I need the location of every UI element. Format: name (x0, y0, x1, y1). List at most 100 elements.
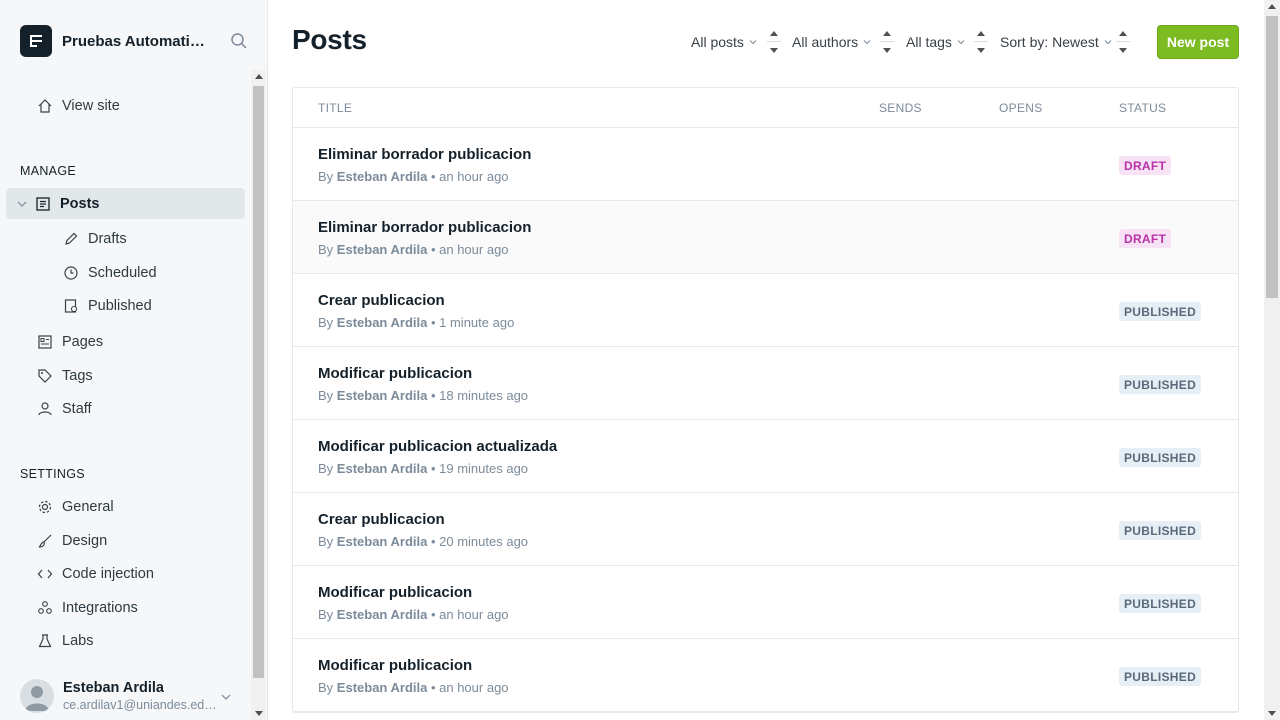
tag-icon (36, 367, 54, 385)
nav-posts-label: Posts (60, 195, 100, 212)
scroll-down-arrow-icon[interactable] (255, 711, 263, 716)
avatar[interactable] (20, 679, 54, 713)
nav-pages-label: Pages (62, 334, 104, 350)
chevron-down-icon (863, 38, 871, 46)
chevron-down-icon[interactable] (220, 690, 232, 708)
post-author: Esteban Ardila (336, 607, 428, 622)
status-badge: PUBLISHED (1119, 521, 1202, 540)
nav-drafts[interactable]: Drafts (60, 225, 127, 253)
sidebar-scroll-thumb[interactable] (253, 86, 264, 678)
published-document-icon (62, 297, 80, 315)
new-post-button[interactable]: New post (1157, 25, 1239, 59)
post-author: Esteban Ardila (336, 169, 428, 184)
filter-post-type-value: All posts (691, 34, 744, 50)
nav-posts[interactable]: Posts (6, 188, 245, 219)
chevron-down-icon[interactable] (16, 198, 30, 210)
nav-code-injection[interactable]: Code injection (20, 559, 154, 589)
post-time: • 20 minutes ago (430, 534, 529, 549)
nav-view-site[interactable]: View site (20, 91, 120, 121)
sort-order[interactable]: Sort by: Newest (990, 25, 1130, 59)
post-title[interactable]: Modificar publicacion actualizada (318, 438, 557, 455)
filter-post-type-stepper[interactable] (767, 27, 781, 57)
page-title: Posts (292, 24, 367, 55)
search-icon[interactable] (230, 32, 248, 50)
post-time: • 18 minutes ago (430, 388, 529, 403)
scroll-down-arrow-icon[interactable] (1268, 711, 1276, 716)
post-title[interactable]: Modificar publicacion (318, 657, 472, 674)
pencil-icon (62, 230, 80, 248)
nav-pages[interactable]: Pages (20, 327, 103, 357)
table-row[interactable]: Modificar publicacion By Esteban Ardila … (293, 639, 1238, 712)
table-row[interactable]: Crear publicacion By Esteban Ardila • 1 … (293, 274, 1238, 347)
status-badge: DRAFT (1119, 229, 1172, 248)
gear-icon (36, 498, 54, 516)
ghost-logo-icon[interactable] (20, 25, 52, 57)
table-header: TITLE SENDS OPENS STATUS (293, 88, 1238, 128)
filter-tag-stepper[interactable] (974, 27, 988, 57)
column-title: TITLE (318, 101, 353, 115)
document-icon (34, 195, 52, 213)
table-row[interactable]: Eliminar borrador publicacion By Esteban… (293, 128, 1238, 201)
user-email: ce.ardilav1@uniandes.edu.co (63, 698, 223, 712)
filter-post-type[interactable]: All posts (681, 25, 781, 59)
nav-general[interactable]: General (20, 492, 114, 522)
integrations-icon (36, 599, 54, 617)
post-meta: By Esteban Ardila • 1 minute ago (318, 315, 515, 330)
nav-design[interactable]: Design (20, 526, 107, 556)
sidebar-scrollbar[interactable] (251, 70, 266, 720)
table-row[interactable]: Modificar publicacion By Esteban Ardila … (293, 566, 1238, 639)
post-title[interactable]: Modificar publicacion (318, 584, 472, 601)
nav-tags[interactable]: Tags (20, 361, 93, 391)
nav-staff-label: Staff (62, 401, 92, 417)
filter-author-value: All authors (792, 34, 859, 50)
post-title[interactable]: Modificar publicacion (318, 365, 472, 382)
table-row[interactable]: Modificar publicacion By Esteban Ardila … (293, 347, 1238, 420)
site-title[interactable]: Pruebas Automatizadas (62, 33, 212, 50)
nav-scheduled[interactable]: Scheduled (60, 259, 157, 287)
post-meta: By Esteban Ardila • 20 minutes ago (318, 534, 529, 549)
sidebar-nav: View site MANAGE Posts Drafts Scheduled … (0, 70, 250, 670)
nav-code-injection-label: Code injection (62, 566, 154, 582)
post-meta: By Esteban Ardila • an hour ago (318, 242, 509, 257)
post-time: • an hour ago (430, 607, 509, 622)
post-time: • an hour ago (430, 680, 509, 695)
filter-tag[interactable]: All tags (896, 25, 988, 59)
nav-integrations[interactable]: Integrations (20, 593, 138, 623)
filter-author-stepper[interactable] (880, 27, 894, 57)
table-row[interactable]: Modificar publicacion actualizada By Est… (293, 420, 1238, 493)
sort-order-value: Sort by: Newest (1000, 34, 1099, 50)
nav-general-label: General (62, 499, 114, 515)
staff-icon (36, 400, 54, 418)
nav-labs[interactable]: Labs (20, 626, 93, 656)
nav-labs-label: Labs (62, 633, 94, 649)
sort-order-stepper[interactable] (1116, 27, 1130, 57)
status-badge: PUBLISHED (1119, 375, 1202, 394)
table-row[interactable]: Crear publicacion By Esteban Ardila • 20… (293, 493, 1238, 566)
table-row[interactable]: Eliminar borrador publicacion By Esteban… (293, 201, 1238, 274)
status-badge: DRAFT (1119, 156, 1172, 175)
filter-author[interactable]: All authors (782, 25, 894, 59)
user-name: Esteban Ardila (63, 680, 164, 696)
user-menu[interactable]: Esteban Ardila ce.ardilav1@uniandes.edu.… (20, 676, 250, 716)
post-title[interactable]: Crear publicacion (318, 511, 445, 528)
post-title[interactable]: Crear publicacion (318, 292, 445, 309)
nav-tags-label: Tags (62, 368, 93, 384)
post-title[interactable]: Eliminar borrador publicacion (318, 146, 531, 163)
post-title[interactable]: Eliminar borrador publicacion (318, 219, 531, 236)
sidebar-header: Pruebas Automatizadas (20, 25, 252, 57)
nav-published[interactable]: Published (60, 292, 152, 320)
scroll-up-arrow-icon[interactable] (255, 74, 263, 79)
nav-published-label: Published (88, 298, 152, 314)
page-scroll-thumb[interactable] (1266, 16, 1278, 298)
page-scrollbar[interactable] (1264, 0, 1280, 720)
clock-icon (62, 264, 80, 282)
scroll-up-arrow-icon[interactable] (1268, 4, 1276, 9)
nav-view-site-label: View site (62, 98, 120, 114)
chevron-down-icon (749, 38, 757, 46)
nav-staff[interactable]: Staff (20, 394, 92, 424)
status-badge: PUBLISHED (1119, 302, 1202, 321)
post-time: • 1 minute ago (430, 315, 515, 330)
column-status: STATUS (1119, 101, 1167, 115)
post-author: Esteban Ardila (336, 242, 428, 257)
status-badge: PUBLISHED (1119, 667, 1202, 686)
